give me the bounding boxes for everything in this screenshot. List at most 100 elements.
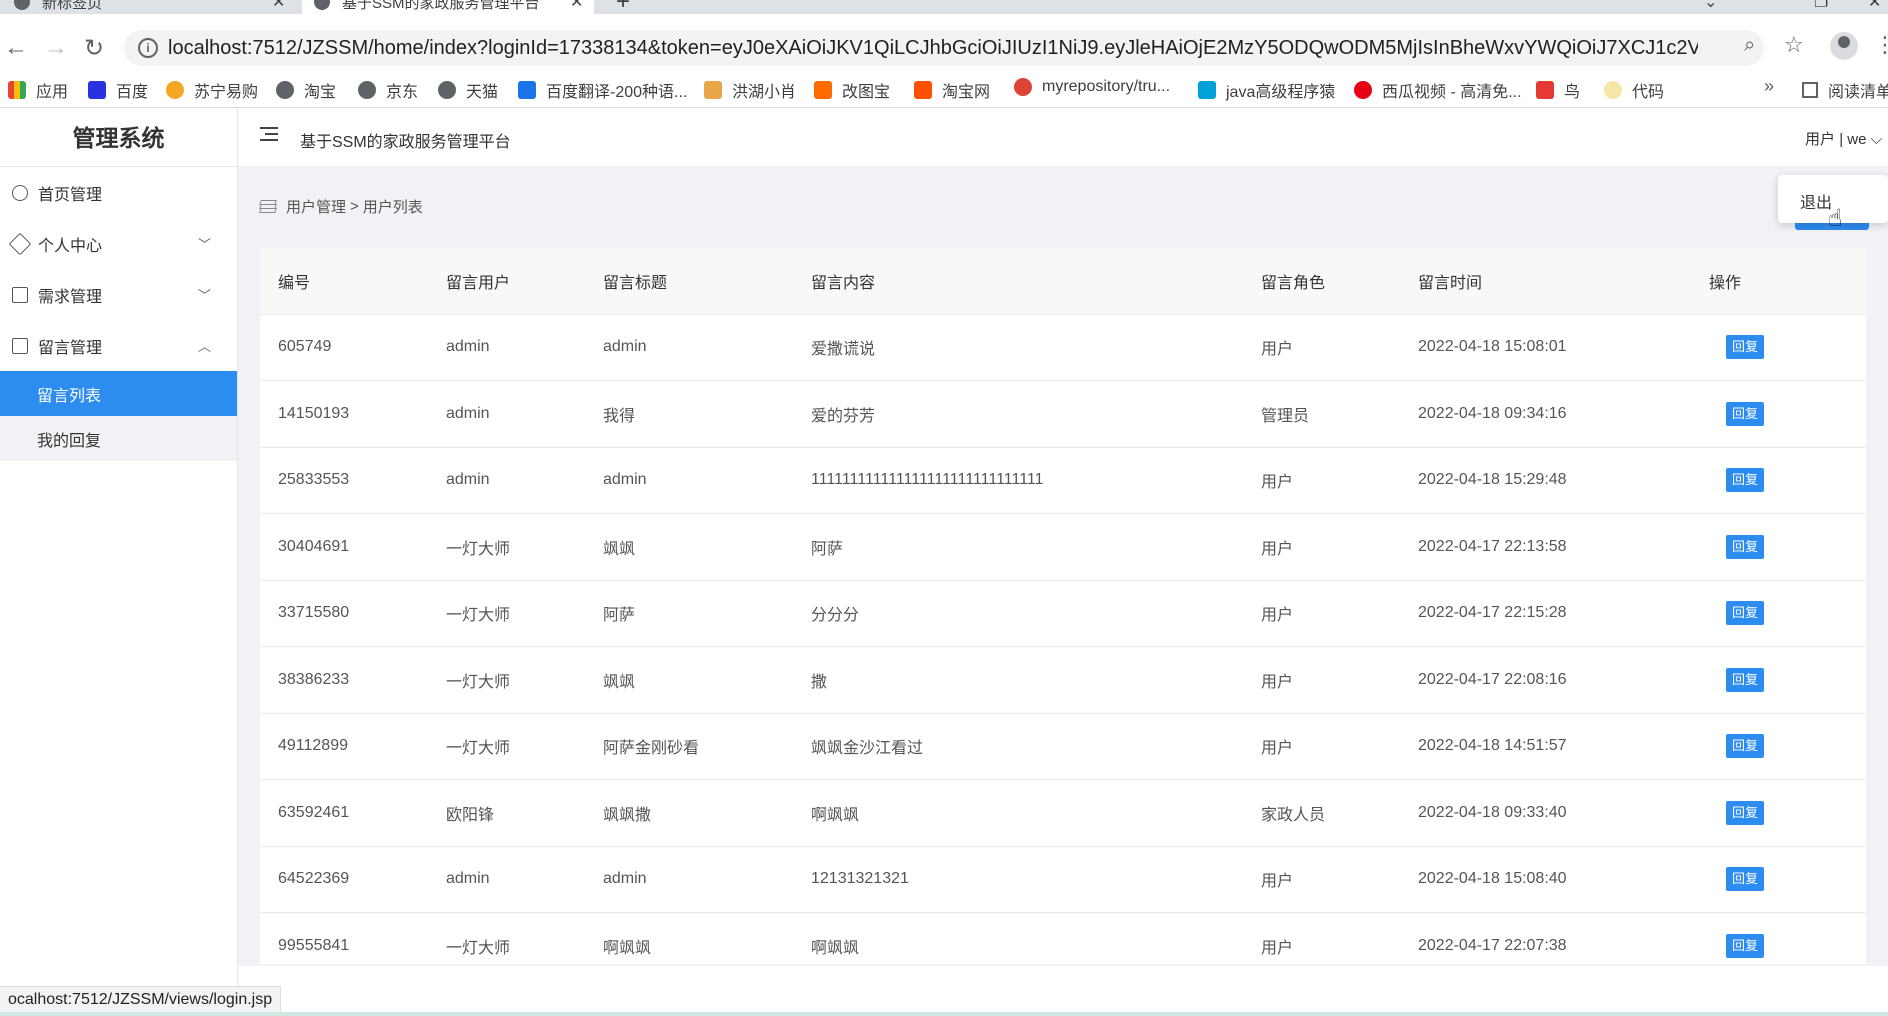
reply-button[interactable]: 回复 bbox=[1726, 468, 1764, 493]
breadcrumb-separator: > bbox=[350, 198, 359, 215]
reply-button[interactable]: 回复 bbox=[1726, 800, 1764, 825]
close-icon[interactable]: ✕ bbox=[272, 0, 285, 12]
sidebar-subitem-my-replies[interactable]: 我的回复 bbox=[0, 416, 237, 461]
globe-icon bbox=[14, 0, 30, 10]
reply-button[interactable]: 回复 bbox=[1726, 335, 1764, 360]
cell-time: 2022-04-17 22:08:16 bbox=[1418, 670, 1567, 688]
forward-icon[interactable]: → bbox=[44, 34, 68, 62]
bookmark-item[interactable]: 代码 bbox=[1604, 78, 1664, 102]
reply-button[interactable]: 回复 bbox=[1726, 734, 1764, 759]
chevron-down-icon: ﹀ bbox=[197, 288, 211, 303]
cell-time: 2022-04-18 09:33:40 bbox=[1418, 803, 1567, 821]
layers-icon bbox=[259, 199, 278, 214]
reply-button[interactable]: 回复 bbox=[1726, 534, 1764, 559]
reply-button[interactable]: 回复 bbox=[1726, 867, 1764, 892]
code-icon bbox=[1604, 81, 1622, 99]
cell-content: 111111111111111111111111111111 bbox=[811, 471, 1044, 489]
cell-content: 飒飒金沙江看过 bbox=[811, 740, 924, 758]
bookmarks-bar: 应用 百度 苏宁易购 淘宝 京东 天猫 百度翻译-200种语... 洪湖小肖 改… bbox=[0, 74, 1888, 108]
column-header: 留言角色 bbox=[1261, 274, 1326, 292]
cell-title: 飒飒 bbox=[603, 540, 636, 558]
column-header: 编号 bbox=[278, 274, 311, 292]
close-window-icon[interactable]: ✕ bbox=[1868, 0, 1881, 12]
bookmark-item[interactable]: java高级程序猿 bbox=[1198, 78, 1335, 102]
status-url: ocalhost:7512/JZSSM/views/login.jsp bbox=[0, 986, 282, 1014]
close-icon[interactable]: ✕ bbox=[570, 0, 583, 12]
image-tool-icon bbox=[814, 81, 832, 99]
sidebar: 管理系统 首页管理 个人中心 ﹀ 需求管理 ﹀ 留言管理 ︿ 留言列表 我的回复 bbox=[0, 109, 238, 1016]
browser-tab-newtab[interactable]: 新标签页 ✕ bbox=[14, 0, 285, 14]
bookmark-item[interactable]: 洪湖小肖 bbox=[704, 78, 796, 102]
cell-time: 2022-04-18 09:34:16 bbox=[1418, 404, 1567, 422]
doc-icon bbox=[12, 337, 28, 354]
cell-title: 飒飒 bbox=[603, 673, 636, 691]
globe-icon bbox=[276, 81, 294, 99]
sidebar-item-messages[interactable]: 留言管理 ︿ bbox=[0, 320, 237, 371]
bookmark-item[interactable]: 苏宁易购 bbox=[166, 78, 258, 102]
reading-list[interactable]: 阅读清单 bbox=[1802, 78, 1888, 102]
user-menu[interactable]: 用户 | we ⌵ bbox=[1805, 128, 1882, 149]
table-row: 30404691 一灯大师 飒飒 阿萨 用户 2022-04-17 22:13:58 回复 bbox=[260, 513, 1866, 581]
bookmark-item[interactable]: 鸟 bbox=[1536, 78, 1580, 102]
tab-search-icon[interactable]: ⌄ bbox=[1704, 0, 1717, 12]
bookmark-item[interactable]: 百度翻译-200种语... bbox=[518, 78, 687, 102]
bookmark-item[interactable]: 改图宝 bbox=[814, 78, 890, 102]
url-text[interactable]: localhost:7512/JZSSM/home/index?loginId=… bbox=[168, 37, 1698, 60]
bookmark-item[interactable]: 淘宝 bbox=[276, 78, 336, 102]
address-bar[interactable]: i localhost:7512/JZSSM/home/index?loginI… bbox=[124, 30, 1804, 66]
reply-button[interactable]: 回复 bbox=[1726, 667, 1764, 692]
taobao-icon bbox=[914, 81, 932, 99]
cell-content: 12131321321 bbox=[811, 870, 909, 888]
baidu-icon bbox=[88, 81, 106, 99]
cell-time: 2022-04-17 22:07:38 bbox=[1418, 937, 1567, 954]
browser-tab-active[interactable]: 基于SSM的家政服务管理平台 ✕ bbox=[302, 0, 594, 14]
bookmark-star-icon[interactable]: ☆ bbox=[1784, 32, 1804, 58]
cell-title: admin bbox=[603, 870, 647, 888]
bookmarks-overflow-icon[interactable]: » bbox=[1764, 76, 1774, 97]
bookmark-item[interactable]: myrepository/tru... bbox=[1014, 78, 1170, 96]
video-icon bbox=[1354, 81, 1372, 99]
bookmark-item[interactable]: 京东 bbox=[358, 78, 418, 102]
cell-time: 2022-04-18 14:51:57 bbox=[1418, 737, 1567, 755]
cell-title: 我得 bbox=[603, 407, 636, 425]
cell-id: 99555841 bbox=[278, 937, 350, 954]
cell-id: 30404691 bbox=[278, 537, 350, 555]
bookmark-item[interactable]: 天猫 bbox=[438, 78, 498, 102]
sidebar-item-home[interactable]: 首页管理 bbox=[0, 167, 237, 218]
cell-time: 2022-04-17 22:15:28 bbox=[1418, 604, 1567, 622]
cell-user: 一灯大师 bbox=[446, 940, 511, 957]
bookmark-apps[interactable]: 应用 bbox=[8, 78, 68, 102]
page-title: 基于SSM的家政服务管理平台 bbox=[300, 134, 511, 151]
hand-cursor-icon: ☝ bbox=[1828, 205, 1843, 232]
info-icon[interactable]: i bbox=[138, 38, 158, 58]
bird-icon bbox=[704, 81, 722, 99]
bookmark-item[interactable]: 淘宝网 bbox=[914, 78, 990, 102]
cell-title: admin bbox=[603, 338, 647, 356]
bookmark-item[interactable]: 西瓜视频 - 高清免... bbox=[1354, 78, 1522, 102]
table-row: 14150193 admin 我得 爱的芬芳 管理员 2022-04-18 09:34:1… bbox=[260, 380, 1866, 448]
sidebar-item-demand[interactable]: 需求管理 ﹀ bbox=[0, 269, 237, 320]
back-icon[interactable]: ← bbox=[4, 34, 28, 62]
reply-button[interactable]: 回复 bbox=[1726, 601, 1764, 626]
reload-icon[interactable]: ↻ bbox=[84, 34, 104, 63]
browser-menu-icon[interactable]: ⋮ bbox=[1874, 32, 1888, 58]
cell-content: 爱的芬芳 bbox=[811, 407, 876, 425]
app-logo: 管理系统 bbox=[0, 109, 237, 167]
cell-role: 用户 bbox=[1261, 740, 1294, 758]
reply-button[interactable]: 回复 bbox=[1726, 401, 1764, 426]
zoom-icon[interactable]: ⌕ bbox=[1744, 34, 1755, 57]
cell-content: 分分分 bbox=[811, 607, 860, 625]
grid-icon bbox=[12, 286, 28, 303]
reply-button[interactable]: 回复 bbox=[1726, 934, 1764, 958]
restore-icon[interactable]: ❐ bbox=[1814, 0, 1828, 12]
breadcrumb-current: 用户列表 bbox=[362, 199, 423, 216]
cell-role: 用户 bbox=[1261, 540, 1294, 558]
sidebar-subitem-message-list[interactable]: 留言列表 bbox=[0, 371, 237, 416]
breadcrumb-parent[interactable]: 用户管理 bbox=[286, 196, 346, 217]
bookmark-item[interactable]: 百度 bbox=[88, 78, 148, 102]
browser-tabstrip: 新标签页 ✕ 基于SSM的家政服务管理平台 ✕ + ⌄ ❐ ✕ bbox=[0, 0, 1888, 15]
profile-avatar-icon[interactable] bbox=[1830, 32, 1858, 60]
sidebar-item-profile[interactable]: 个人中心 ﹀ bbox=[0, 218, 237, 269]
menu-fold-icon[interactable] bbox=[260, 127, 278, 141]
cell-role: 用户 bbox=[1261, 673, 1294, 691]
